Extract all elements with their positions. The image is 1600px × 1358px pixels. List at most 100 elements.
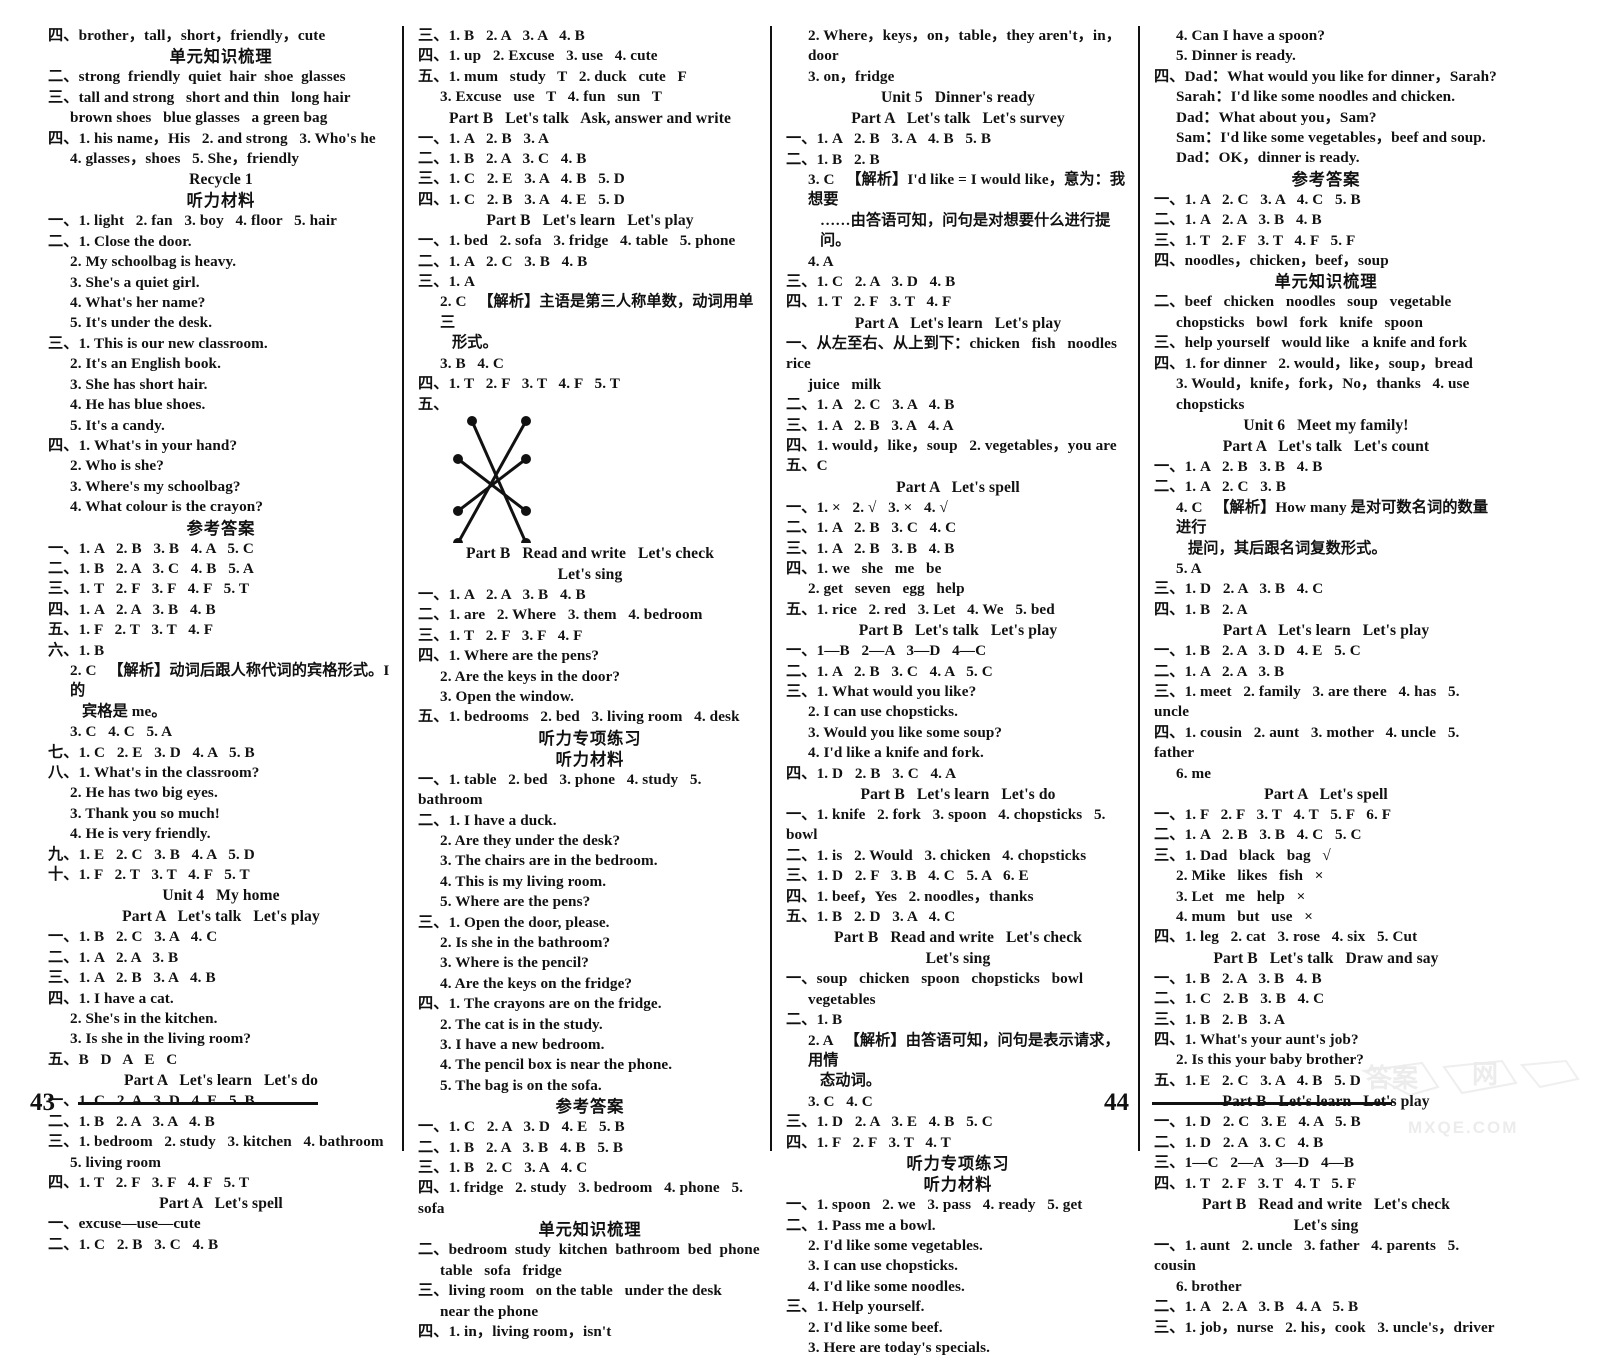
answer-line: 四、1. leg 2. cat 3. rose 4. six 5. Cut	[1154, 928, 1418, 946]
answer-line: 二、1. B 2. A 3. C 4. B 5. A	[48, 559, 254, 577]
answer-line: 五、1. mum study T 2. duck cute F	[418, 67, 687, 85]
answer-line: 二、1. C 2. B 3. B 4. C	[1154, 990, 1325, 1008]
column-1: 四、brother，tall，short，friendly，cute 单元知识梳理…	[34, 26, 402, 1253]
answer-line: 四、1. T 2. F 3. T 4. F 5. T	[418, 375, 620, 393]
answer-line: 2. get seven egg help	[808, 580, 965, 598]
answer-line: 二、1. A 2. A 3. B 4. B	[1154, 211, 1322, 229]
answer-line: 2. Where，keys，on，table，they aren't，in，do…	[808, 27, 1122, 65]
answer-line: 五、	[418, 395, 449, 413]
answer-line: 一、1. × 2. √ 3. × 4. √	[786, 498, 948, 516]
answer-line: 3. Where's my schoolbag?	[70, 477, 241, 495]
answer-line: 3. She has short hair.	[70, 375, 208, 393]
section-heading-cn: 听力材料	[186, 191, 256, 211]
column-3: 2. Where，keys，on，table，they aren't，in，do…	[770, 26, 1138, 1356]
section-heading: Recycle 1	[189, 171, 253, 189]
answer-line: 三、1. job，nurse 2. his，cook 3. uncle's，dr…	[1154, 1318, 1495, 1336]
answer-line: 一、1. B 2. A 3. D 4. E 5. C	[1154, 642, 1361, 660]
answer-line: 二、bedroom study kitchen bathroom bed pho…	[418, 1241, 760, 1259]
answer-line: 二、1. A 2. A 3. B	[1154, 662, 1285, 680]
answer-line: 三、1. Help yourself.	[786, 1298, 925, 1316]
answer-line: 三、tall and strong short and thin long ha…	[48, 88, 351, 106]
answer-line: 三、1. This is our new classroom.	[48, 334, 268, 352]
section-heading: Part B Read and write Let's check	[834, 929, 1082, 947]
answer-line: 三、1. B 2. C 3. A 4. C	[418, 1159, 588, 1177]
section-heading-cn: 单元知识梳理	[169, 47, 273, 67]
answer-line: 四、1. up 2. Excuse 3. use 4. cute	[418, 47, 658, 65]
answer-line: 4. Are the keys on the fridge?	[440, 974, 633, 992]
answer-line: 一、1. knife 2. fork 3. spoon 4. chopstick…	[786, 806, 1110, 844]
section-heading: Part B Let's learn Let's do	[860, 786, 1056, 803]
answer-line: 3. Excuse use T 4. fun sun T	[440, 88, 662, 106]
answer-line: 二、1. A 2. B 3. B 4. C 5. C	[1154, 826, 1362, 844]
answer-line: 一、1. A 2. C 3. A 4. C 5. B	[1154, 190, 1361, 208]
answer-line: 三、1. T 2. F 3. T 4. F 5. F	[1154, 231, 1356, 249]
answer-line: 一、1. A 2. B 3. B 4. A 5. C	[48, 539, 254, 557]
answer-line: 三、1. C 2. A 3. D 4. B	[786, 273, 956, 291]
answer-line: 四、1. T 2. F 3. T 4. F	[786, 293, 952, 311]
section-heading: Part A Let's learn Let's do	[123, 1072, 319, 1090]
answer-line: 三、1. A 2. B 3. A 4. A	[786, 416, 954, 434]
footer-rule-left	[78, 1102, 318, 1105]
answer-line: 一、1. A 2. B 3. B 4. B	[1154, 457, 1323, 475]
answer-line: 3. I can use chopsticks.	[808, 1257, 959, 1275]
answer-line: juice milk	[808, 375, 882, 393]
section-heading: Part B Read and write Let's check	[1202, 1195, 1450, 1213]
answer-line: 一、1. spoon 2. we 3. pass 4. ready 5. get	[786, 1196, 1083, 1214]
answer-line: 2. It's an English book.	[70, 355, 221, 373]
answer-line: 一、从左至右、从上到下：chicken fish noodles rice	[786, 334, 1129, 373]
answer-line: 一、1. A 2. B 3. A 4. B 5. B	[786, 130, 992, 148]
page-number-left: 43	[30, 1089, 55, 1116]
answer-line: 4. I'd like some noodles.	[808, 1277, 965, 1295]
answer-line: 三、1. C 2. E 3. A 4. B 5. D	[418, 170, 625, 188]
answer-line: 二、1. A 2. C 3. B	[1154, 478, 1286, 496]
answer-line: 一、1—B 2—A 3—D 4—C	[786, 642, 987, 660]
section-heading: Unit 5 Dinner's ready	[880, 89, 1036, 107]
answer-line: 3. Would you like some soup?	[808, 723, 1003, 741]
answer-line: 四、1. T 2. F 3. F 4. F 5. T	[48, 1173, 250, 1191]
answer-line: 2. My schoolbag is heavy.	[70, 253, 237, 271]
answer-line: 3. Where is the pencil?	[440, 954, 589, 972]
section-heading-cn: 听力材料	[555, 749, 625, 769]
answer-line: 3. I have a new bedroom.	[440, 1036, 605, 1054]
answer-line: 三、1. Open the door, please.	[418, 913, 610, 931]
answer-line: 四、1. in，living room，isn't	[418, 1322, 612, 1340]
answer-line: 三、1. T 2. F 3. F 4. F 5. T	[48, 580, 250, 598]
answer-line: 四、1. we she me be	[786, 559, 942, 577]
section-heading: Let's sing	[557, 565, 623, 583]
answer-line: 四、1. Where are the pens?	[418, 647, 600, 665]
answer-line: 三、help yourself would like a knife and f…	[1154, 334, 1468, 352]
answer-line: Dad：OK，dinner is ready.	[1176, 149, 1360, 167]
page-footer: 43 44	[0, 1089, 1600, 1137]
answer-line: 六、1. B	[48, 641, 105, 659]
answer-line: 三、1. Dad black bag √	[1154, 846, 1331, 864]
answer-line: 3. B 4. C	[440, 354, 504, 372]
answer-line: 四、1. for dinner 2. would，like，soup，bread	[1154, 354, 1473, 372]
matching-lines-diagram	[444, 415, 564, 543]
answer-line: 四、brother，tall，short，friendly，cute	[48, 27, 326, 44]
section-heading: Part B Let's talk Draw and say	[1213, 949, 1439, 967]
answer-line: 四、1. What's in your hand?	[48, 436, 238, 454]
answer-line: 2. I can use chopsticks.	[808, 703, 959, 721]
answer-line: 3. C 4. C 5. A	[70, 723, 173, 741]
answer-line: 5. It's a candy.	[70, 416, 165, 434]
answer-line: 2. The cat is in the study.	[440, 1015, 603, 1033]
answer-line: 二、1. B 2. A 3. B 4. B 5. B	[418, 1138, 624, 1156]
answer-line: Sarah：I'd like some noodles and chicken.	[1176, 88, 1456, 106]
section-heading: Let's sing	[925, 950, 991, 968]
answer-line: table sofa fridge	[440, 1261, 562, 1279]
answer-line: 二、1. C 2. B 3. C 4. B	[48, 1235, 219, 1253]
answer-line: 4. Can I have a spoon?	[1176, 27, 1326, 44]
answer-line: 一、excuse—use—cute	[48, 1215, 201, 1233]
answer-line: 四、1. his name，His 2. and strong 3. Who's…	[48, 129, 376, 147]
answer-line: 四、1. B 2. A	[1154, 600, 1248, 618]
answer-line: 2. C 【解析】主语是第三人称单数，动词用单三	[440, 293, 754, 331]
answer-line: 宾格是 me。	[82, 702, 167, 720]
answer-line: 三、1. T 2. F 3. F 4. F	[418, 626, 583, 644]
section-heading: Part B Let's learn Let's play	[486, 212, 694, 230]
answer-line: 2. Are the keys in the door?	[440, 667, 621, 685]
section-heading: Part B Let's talk Let's play	[858, 622, 1058, 640]
answer-line: 4. He is very friendly.	[70, 825, 211, 843]
answer-line: 二、1. Close the door.	[48, 232, 192, 250]
section-heading: Unit 6 Meet my family!	[1243, 416, 1409, 434]
answer-line: 四、1. C 2. B 3. A 4. E 5. D	[418, 190, 625, 208]
